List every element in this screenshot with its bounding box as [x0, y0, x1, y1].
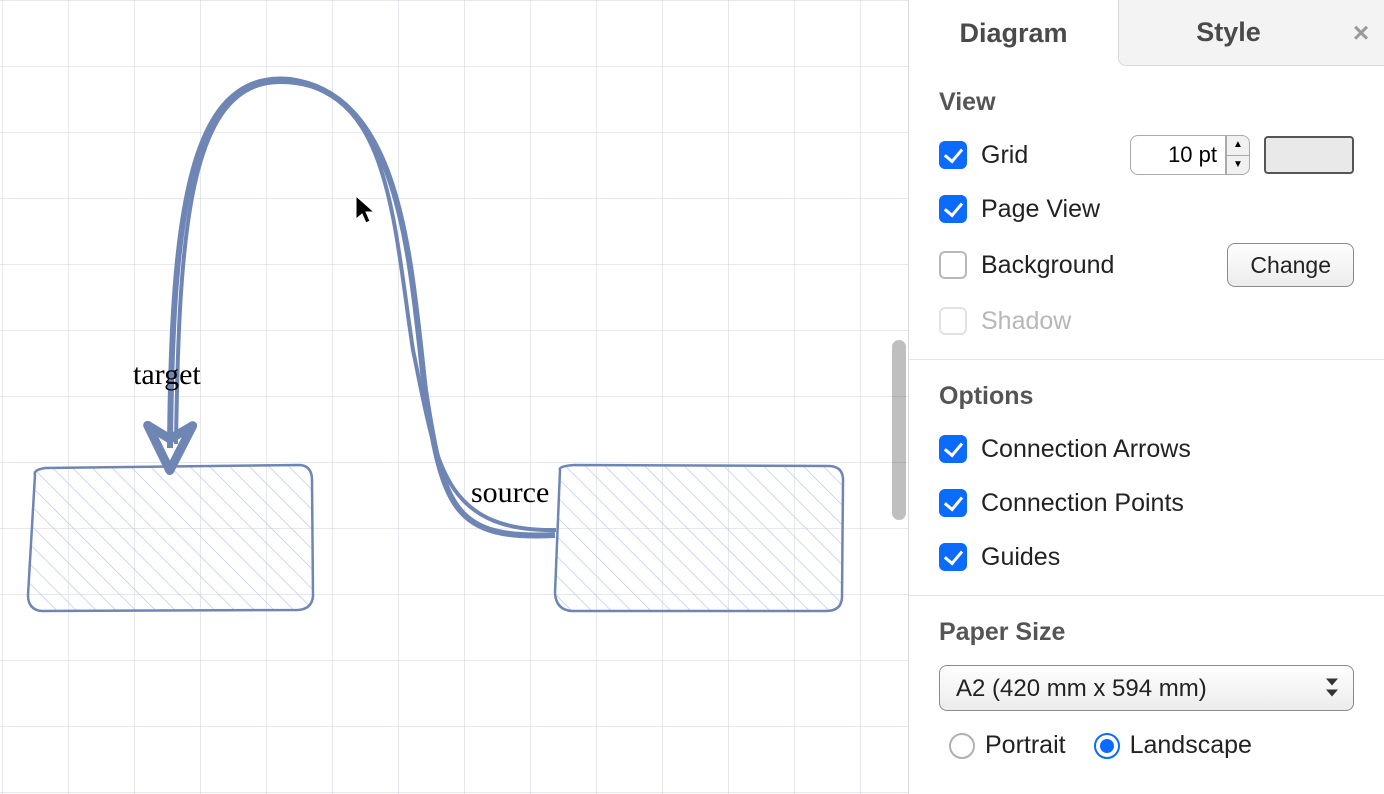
grid-size-up[interactable]: ▲ — [1226, 135, 1250, 155]
panel-options: Options Connection Arrows Connection Poi… — [909, 360, 1384, 596]
vertical-scrollbar-thumb[interactable] — [892, 340, 906, 520]
edge-label-target[interactable]: target — [133, 358, 201, 392]
change-background-button[interactable]: Change — [1227, 243, 1354, 287]
canvas-svg — [0, 0, 908, 794]
sidebar-tabs: Diagram Style × — [909, 0, 1384, 66]
radio-landscape[interactable]: Landscape — [1094, 731, 1252, 760]
label-connection-arrows: Connection Arrows — [981, 435, 1191, 464]
grid-size-stepper[interactable]: ▲ ▼ — [1130, 135, 1250, 175]
checkbox-page-view[interactable] — [939, 195, 967, 223]
shape-target[interactable] — [28, 465, 313, 611]
orientation-group: Portrait Landscape — [939, 731, 1354, 760]
checkbox-connection-points[interactable] — [939, 489, 967, 517]
label-grid: Grid — [981, 141, 1028, 170]
diagram-canvas[interactable]: target source — [0, 0, 908, 794]
tab-style[interactable]: Style — [1118, 0, 1338, 66]
label-page-view: Page View — [981, 195, 1100, 224]
label-guides: Guides — [981, 543, 1060, 572]
checkbox-guides[interactable] — [939, 543, 967, 571]
paper-size-heading: Paper Size — [939, 618, 1354, 647]
tab-diagram[interactable]: Diagram — [909, 0, 1118, 66]
edge-label-source[interactable]: source — [471, 476, 549, 510]
panel-paper-size: Paper Size A2 (420 mm x 594 mm) Portrait… — [909, 596, 1384, 778]
checkbox-background[interactable] — [939, 251, 967, 279]
label-landscape: Landscape — [1130, 731, 1252, 760]
label-background: Background — [981, 251, 1114, 280]
label-portrait: Portrait — [985, 731, 1066, 760]
checkbox-connection-arrows[interactable] — [939, 435, 967, 463]
sidebar: Diagram Style × View Grid ▲ ▼ — [908, 0, 1384, 794]
paper-size-select[interactable]: A2 (420 mm x 594 mm) — [939, 665, 1354, 711]
checkbox-shadow — [939, 307, 967, 335]
grid-size-input[interactable] — [1130, 135, 1226, 175]
panel-view: View Grid ▲ ▼ Page View — [909, 66, 1384, 360]
grid-color-swatch[interactable] — [1264, 136, 1354, 174]
radio-portrait[interactable]: Portrait — [949, 731, 1066, 760]
label-connection-points: Connection Points — [981, 489, 1184, 518]
paper-size-select-wrap: A2 (420 mm x 594 mm) — [939, 665, 1354, 711]
view-heading: View — [939, 88, 1354, 117]
options-heading: Options — [939, 382, 1354, 411]
grid-size-down[interactable]: ▼ — [1226, 155, 1250, 176]
close-sidebar-button[interactable]: × — [1338, 0, 1384, 66]
checkbox-grid[interactable] — [939, 141, 967, 169]
app-root: target source Diagram Style × View Grid — [0, 0, 1384, 794]
shape-source[interactable] — [555, 465, 843, 611]
label-shadow: Shadow — [981, 307, 1071, 336]
